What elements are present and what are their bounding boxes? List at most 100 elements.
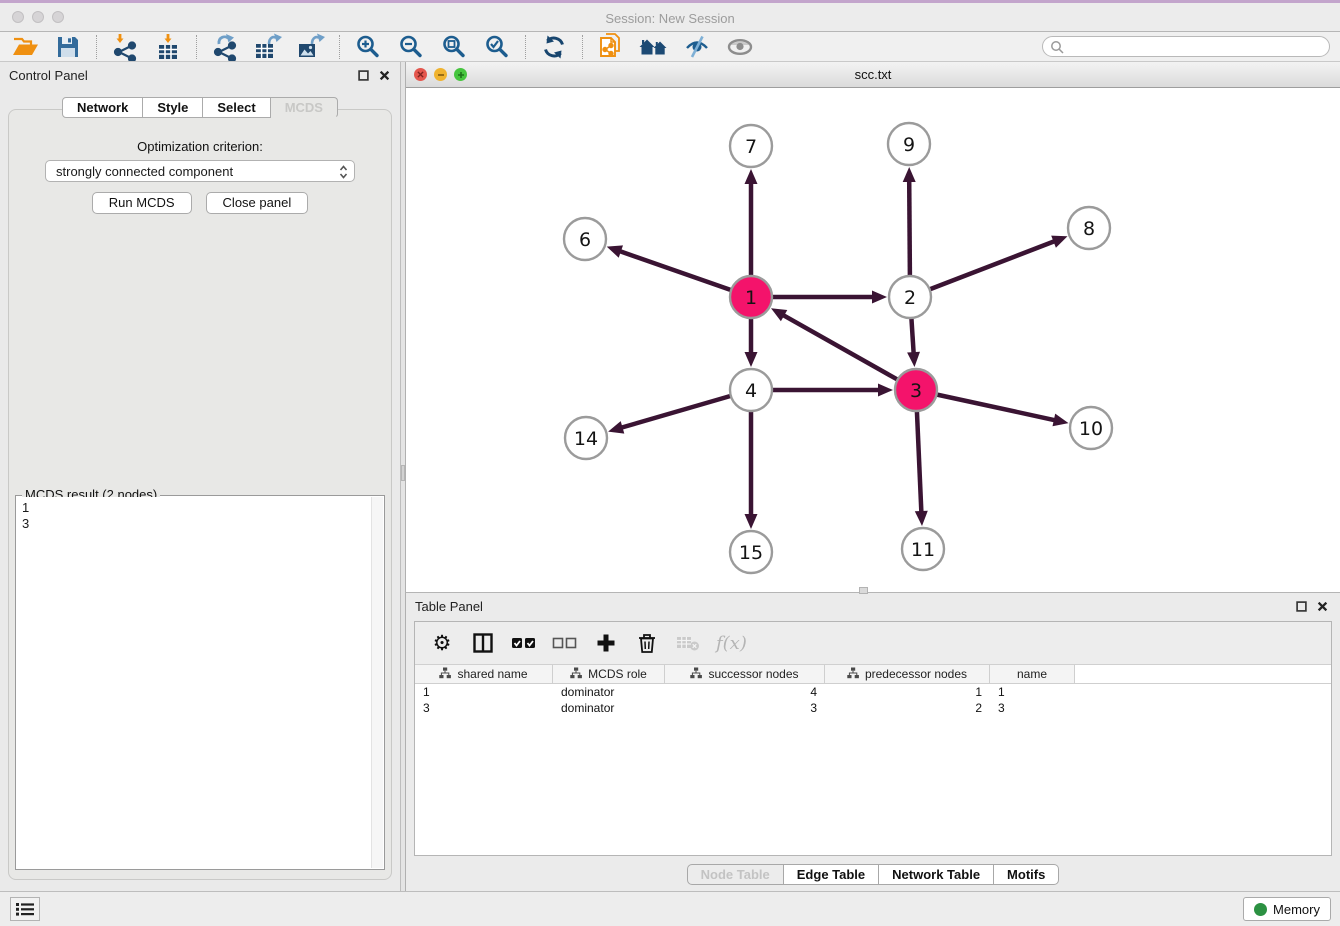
cell-shared-name: 3 xyxy=(415,700,553,716)
svg-text:1: 1 xyxy=(745,287,757,309)
table-settings-icon[interactable]: ⚙ xyxy=(429,630,455,656)
node-7[interactable]: 7 xyxy=(730,125,772,167)
hide-graphics-icon[interactable] xyxy=(682,33,712,61)
horizontal-splitter-grip[interactable] xyxy=(859,587,868,594)
float-table-panel-icon[interactable] xyxy=(1295,600,1307,612)
show-graphics-icon[interactable] xyxy=(725,33,755,61)
edge-4-14[interactable] xyxy=(608,396,731,434)
node-11[interactable]: 11 xyxy=(902,528,944,570)
result-scrollbar[interactable] xyxy=(371,497,383,868)
frame-minimize-icon[interactable] xyxy=(434,68,447,81)
memory-status-icon xyxy=(1254,903,1267,916)
tab-node-table[interactable]: Node Table xyxy=(687,864,784,885)
network-window-titlebar[interactable]: scc.txt xyxy=(406,62,1340,88)
frame-close-icon[interactable] xyxy=(414,68,427,81)
export-table-icon[interactable] xyxy=(253,33,283,61)
sort-hierarchy-icon xyxy=(847,667,859,682)
import-network-icon[interactable] xyxy=(110,33,140,61)
export-image-icon[interactable] xyxy=(296,33,326,61)
column-header-name[interactable]: name xyxy=(990,665,1075,683)
node-15[interactable]: 15 xyxy=(730,531,772,573)
add-column-icon[interactable] xyxy=(593,630,619,656)
select-all-rows-icon[interactable] xyxy=(511,630,537,656)
toolbar-separator xyxy=(525,35,526,59)
search-box[interactable] xyxy=(1042,36,1330,57)
refresh-layout-icon[interactable] xyxy=(539,33,569,61)
node-4[interactable]: 4 xyxy=(730,369,772,411)
close-table-panel-icon[interactable] xyxy=(1316,600,1328,612)
export-network-icon[interactable] xyxy=(210,33,240,61)
edge-3-10[interactable] xyxy=(937,395,1069,427)
edge-4-3[interactable] xyxy=(772,384,893,397)
frame-maximize-icon[interactable] xyxy=(454,68,467,81)
node-2[interactable]: 2 xyxy=(889,276,931,318)
table-row[interactable]: 1dominator411 xyxy=(415,684,1331,700)
tab-mcds[interactable]: MCDS xyxy=(271,97,338,118)
node-9[interactable]: 9 xyxy=(888,123,930,165)
zoom-fit-icon[interactable] xyxy=(439,33,469,61)
document-share-icon[interactable] xyxy=(596,33,626,61)
column-header-successor-nodes[interactable]: successor nodes xyxy=(665,665,825,683)
node-table: ⚙f(x) shared nameMCDS rolesuccessor node… xyxy=(414,621,1332,856)
deselect-all-rows-icon[interactable] xyxy=(552,630,578,656)
tab-style[interactable]: Style xyxy=(143,97,203,118)
memory-button[interactable]: Memory xyxy=(1243,897,1331,921)
open-file-icon[interactable] xyxy=(10,33,40,61)
tab-select[interactable]: Select xyxy=(203,97,270,118)
run-mcds-button[interactable]: Run MCDS xyxy=(92,192,192,214)
home-icon[interactable] xyxy=(639,33,669,61)
task-history-button[interactable] xyxy=(10,897,40,921)
svg-text:3: 3 xyxy=(910,380,922,402)
edge-1-6[interactable] xyxy=(607,245,732,290)
edge-3-11[interactable] xyxy=(915,411,928,526)
tab-network-table[interactable]: Network Table xyxy=(879,864,994,885)
import-table-icon[interactable] xyxy=(153,33,183,61)
column-header-shared-name[interactable]: shared name xyxy=(415,665,553,683)
criterion-select[interactable]: strongly connected component xyxy=(45,160,355,182)
zoom-out-icon[interactable] xyxy=(396,33,426,61)
control-panel-title: Control Panel xyxy=(9,68,88,83)
close-panel-button[interactable]: Close panel xyxy=(206,192,309,214)
cell-MCDS-role: dominator xyxy=(553,684,665,700)
node-14[interactable]: 14 xyxy=(565,417,607,459)
search-input[interactable] xyxy=(1068,40,1329,54)
column-chooser-icon[interactable] xyxy=(470,630,496,656)
mcds-result-list[interactable]: 13 xyxy=(17,497,383,868)
table-row[interactable]: 3dominator323 xyxy=(415,700,1331,716)
session-title: Session: New Session xyxy=(0,11,1340,26)
edge-2-9[interactable] xyxy=(903,167,916,276)
edge-1-4[interactable] xyxy=(745,318,758,367)
float-panel-icon[interactable] xyxy=(357,69,369,81)
node-10[interactable]: 10 xyxy=(1070,407,1112,449)
delete-column-icon[interactable] xyxy=(634,630,660,656)
edge-2-8[interactable] xyxy=(930,236,1068,290)
mcds-panel: Optimization criterion: strongly connect… xyxy=(8,109,392,880)
edge-4-15[interactable] xyxy=(745,411,758,529)
network-canvas[interactable]: 1 2 3 4 6 7 8 9 10 11 14 15 xyxy=(406,88,1340,592)
edge-1-7[interactable] xyxy=(745,169,758,276)
edge-3-1[interactable] xyxy=(771,308,898,379)
toolbar-separator xyxy=(196,35,197,59)
tab-edge-table[interactable]: Edge Table xyxy=(784,864,879,885)
tab-network[interactable]: Network xyxy=(62,97,143,118)
list-icon xyxy=(16,902,34,916)
zoom-in-icon[interactable] xyxy=(353,33,383,61)
node-8[interactable]: 8 xyxy=(1068,207,1110,249)
save-session-icon[interactable] xyxy=(53,33,83,61)
result-line: 3 xyxy=(22,516,378,532)
close-panel-icon[interactable] xyxy=(378,69,390,81)
column-header-predecessor-nodes[interactable]: predecessor nodes xyxy=(825,665,990,683)
edge-2-3[interactable] xyxy=(907,318,920,367)
edge-1-2[interactable] xyxy=(772,291,887,304)
cell-shared-name: 1 xyxy=(415,684,553,700)
node-1[interactable]: 1 xyxy=(730,276,772,318)
network-graph[interactable]: 1 2 3 4 6 7 8 9 10 11 14 15 xyxy=(406,88,1340,591)
optimization-criterion-label: Optimization criterion: xyxy=(9,139,391,154)
tab-motifs[interactable]: Motifs xyxy=(994,864,1059,885)
zoom-selected-icon[interactable] xyxy=(482,33,512,61)
node-6[interactable]: 6 xyxy=(564,218,606,260)
node-3[interactable]: 3 xyxy=(895,369,937,411)
column-header-MCDS-role[interactable]: MCDS role xyxy=(553,665,665,683)
mcds-result-box: MCDS result (2 nodes) 13 xyxy=(15,495,385,870)
network-title: scc.txt xyxy=(406,62,1340,87)
